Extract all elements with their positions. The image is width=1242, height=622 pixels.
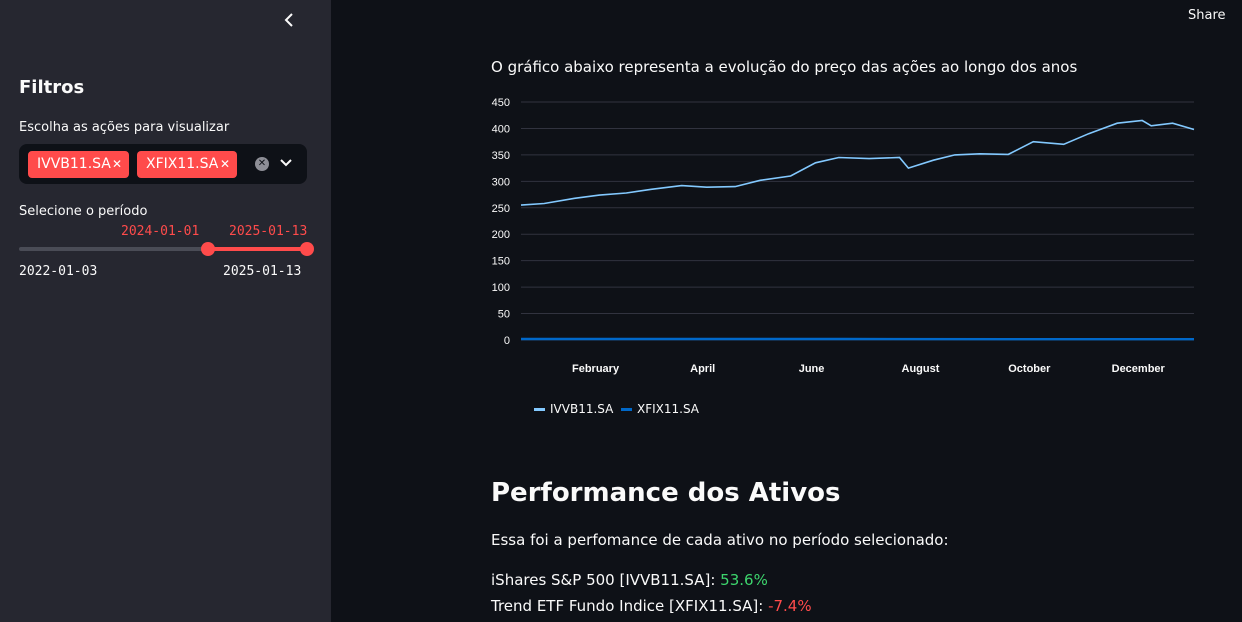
x-tick-label: April	[690, 363, 715, 375]
y-tick-label: 200	[492, 229, 510, 241]
remove-tag-icon[interactable]: ✕	[112, 151, 122, 178]
collapse-sidebar-button[interactable]	[276, 8, 302, 32]
legend-swatch	[534, 407, 545, 411]
y-tick-label: 400	[492, 123, 510, 135]
slider-min-label: 2022-01-03	[19, 264, 98, 279]
performance-label: Trend ETF Fundo Indice [XFIX11.SA]:	[491, 597, 764, 615]
y-tick-label: 150	[492, 256, 510, 268]
remove-tag-icon[interactable]: ✕	[220, 151, 230, 178]
y-tick-label: 300	[492, 176, 510, 188]
sidebar: Filtros Escolha as ações para visualizar…	[0, 0, 331, 622]
chevron-down-icon[interactable]	[278, 154, 294, 172]
stocks-select-label: Escolha as ações para visualizar	[19, 120, 230, 135]
y-tick-label: 450	[492, 97, 510, 109]
x-tick-label: February	[572, 363, 620, 375]
price-line-chart[interactable]: 0 50 100 150 200 250 300 350 400 450 February April…	[470, 90, 1200, 390]
clear-all-icon[interactable]: ✕	[255, 157, 269, 171]
slider-end-value: 2025-01-13	[229, 224, 308, 239]
legend-label: IVVB11.SA	[550, 402, 614, 416]
tag-ivvb11: IVVB11.SA ✕	[28, 151, 129, 178]
tag-label: IVVB11.SA	[37, 156, 111, 172]
y-tick-label: 100	[492, 282, 510, 294]
performance-value: 53.6%	[720, 571, 768, 589]
y-tick-label: 350	[492, 150, 510, 162]
y-tick-label: 0	[504, 335, 510, 347]
series-line-ivvb11-sa	[520, 119, 1195, 206]
slider-start-value: 2024-01-01	[121, 224, 200, 239]
performance-row-ivvb: iShares S&P 500 [IVVB11.SA]: 53.6%	[491, 571, 768, 589]
legend-label: XFIX11.SA	[637, 402, 700, 416]
share-button[interactable]: Share	[1188, 8, 1226, 23]
stocks-multiselect[interactable]: IVVB11.SA ✕ XFIX11.SA ✕ ✕	[19, 144, 307, 184]
performance-row-xfix: Trend ETF Fundo Indice [XFIX11.SA]: -7.4…	[491, 597, 812, 615]
y-tick-label: 50	[498, 309, 510, 321]
legend-item-ivvb[interactable]: IVVB11.SA	[534, 402, 613, 416]
performance-value: -7.4%	[768, 597, 812, 615]
x-tick-label: December	[1112, 363, 1166, 375]
period-label: Selecione o período	[19, 204, 148, 219]
chevron-left-icon	[284, 13, 293, 27]
slider-thumb-start[interactable]	[200, 242, 215, 256]
chart-caption: O gráfico abaixo representa a evolução d…	[491, 58, 1078, 76]
x-tick-label: August	[902, 363, 940, 375]
legend-item-xfix[interactable]: XFIX11.SA	[621, 402, 699, 416]
x-tick-label: June	[799, 363, 825, 375]
sidebar-title: Filtros	[19, 77, 85, 98]
slider-thumb-end[interactable]	[300, 242, 314, 256]
tag-xfix11: XFIX11.SA ✕	[137, 151, 237, 178]
performance-label: iShares S&P 500 [IVVB11.SA]:	[491, 571, 716, 589]
section-description: Essa foi a perfomance de cada ativo no p…	[491, 531, 949, 549]
slider-max-label: 2025-01-13	[223, 264, 302, 279]
period-slider[interactable]	[19, 242, 314, 256]
section-title: Performance dos Ativos	[491, 478, 841, 508]
legend-swatch	[621, 407, 632, 411]
tag-label: XFIX11.SA	[146, 156, 219, 172]
x-tick-label: October	[1008, 363, 1051, 375]
y-tick-label: 250	[492, 203, 510, 215]
slider-fill	[207, 247, 307, 251]
